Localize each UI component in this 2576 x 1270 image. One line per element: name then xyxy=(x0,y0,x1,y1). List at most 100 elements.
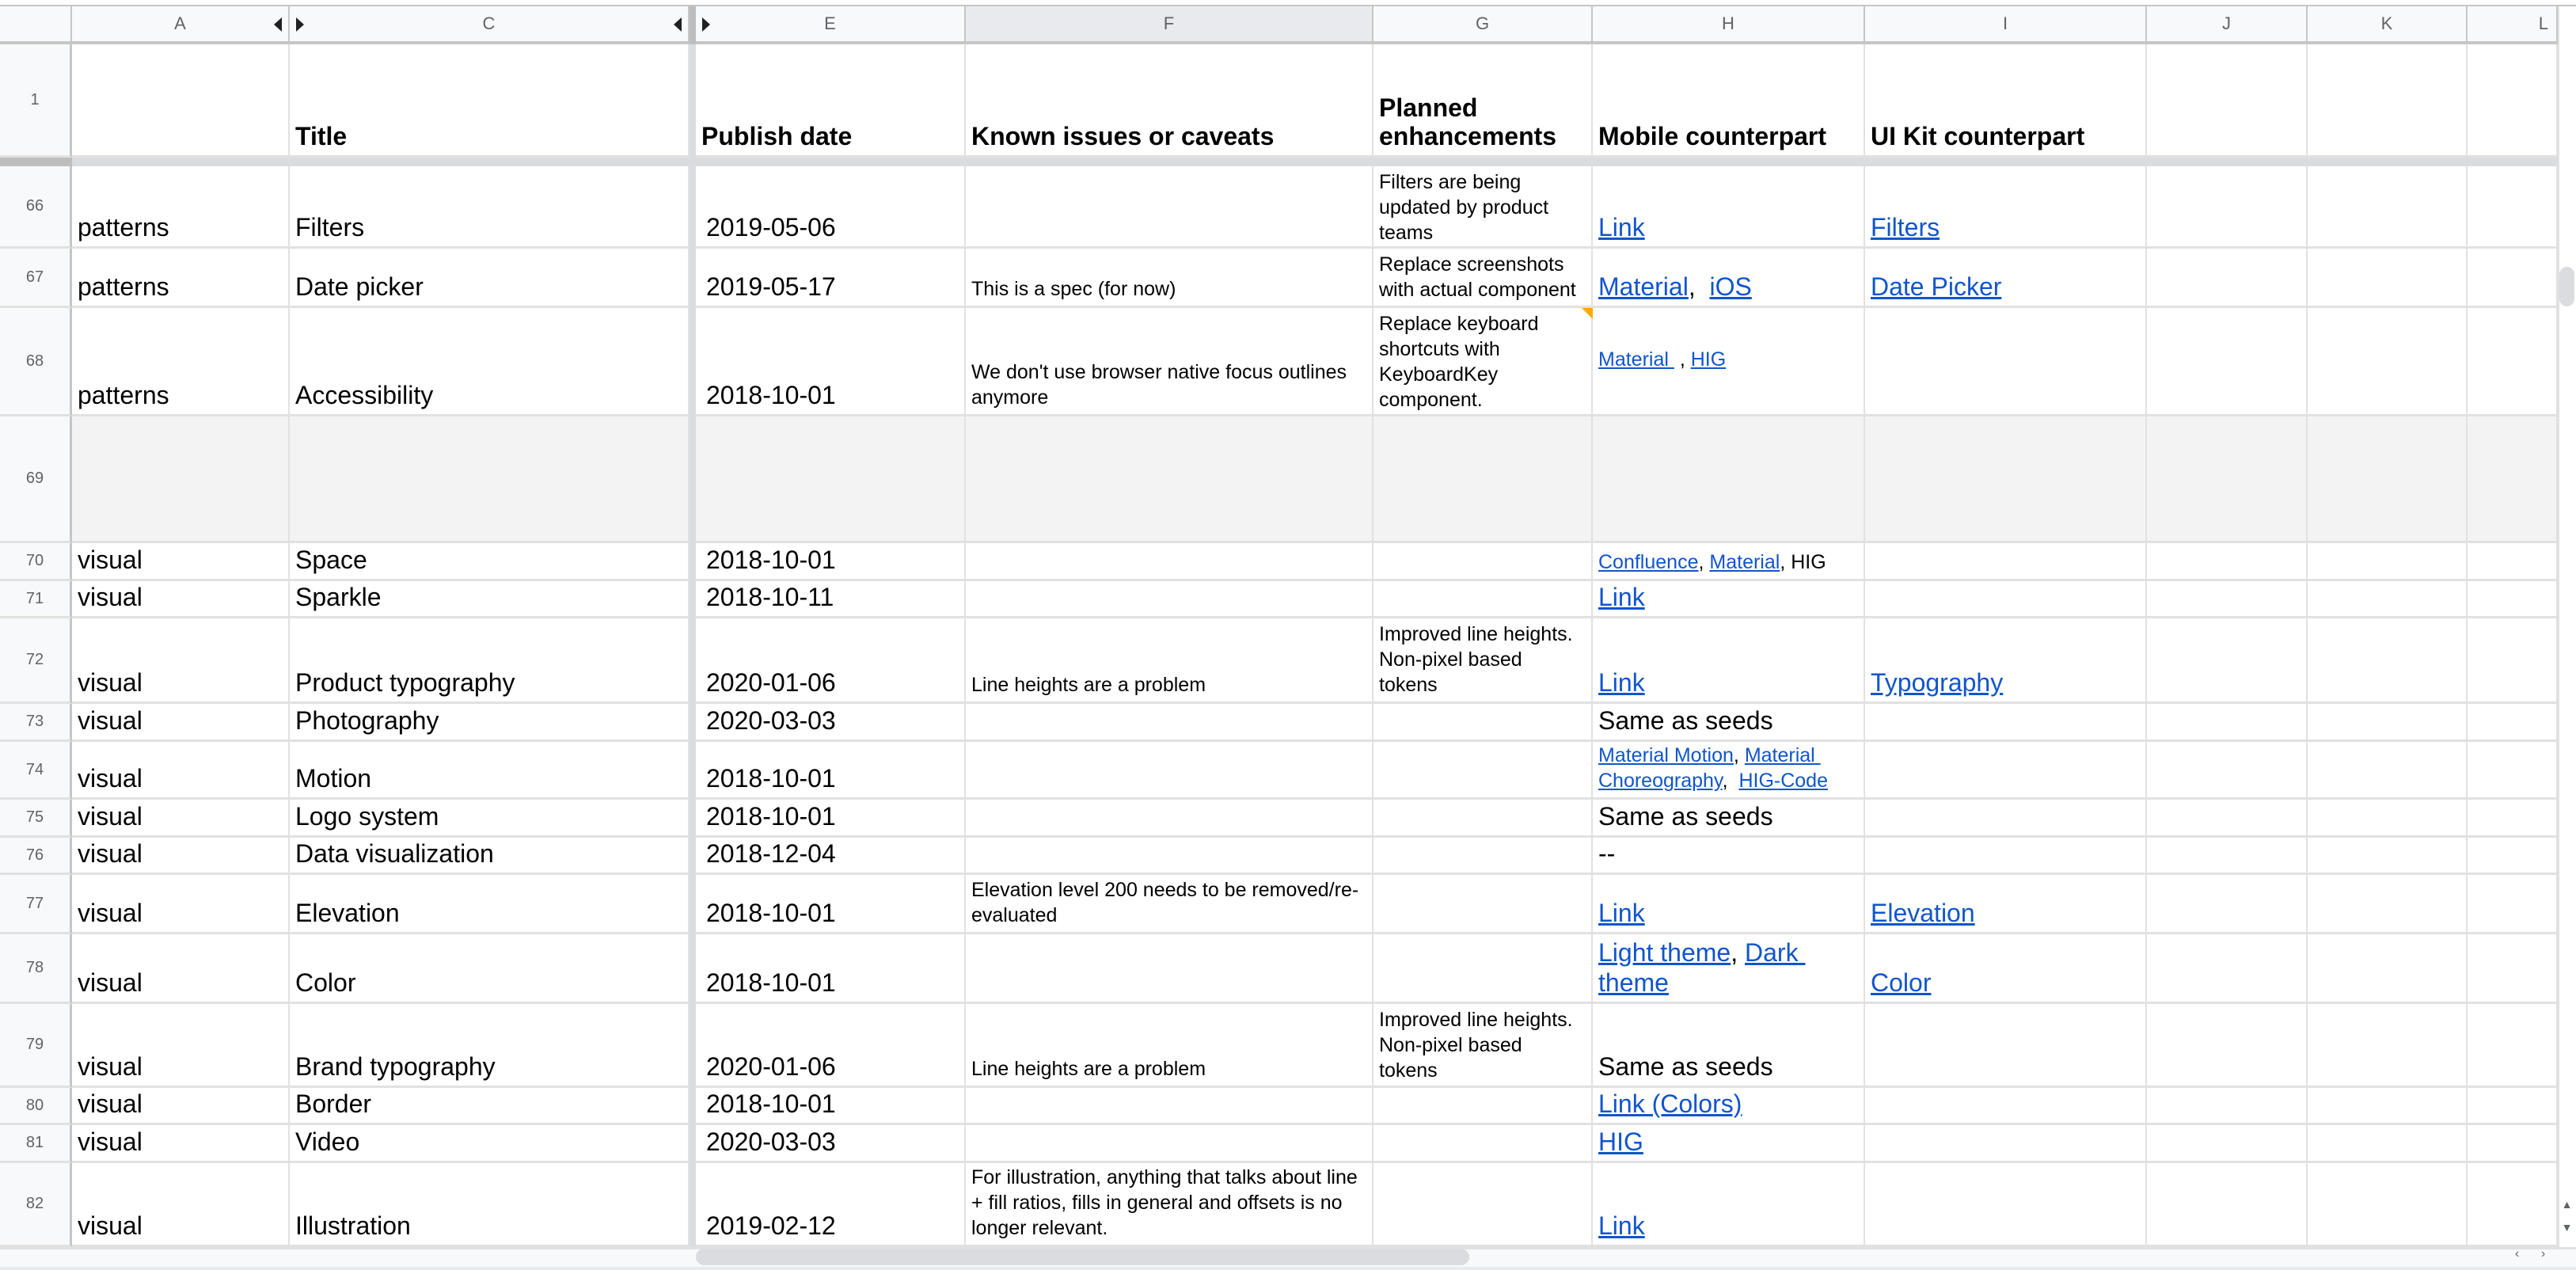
hyperlink[interactable]: HIG xyxy=(1598,1127,1643,1156)
cell-i[interactable] xyxy=(1865,742,2147,800)
cell-k[interactable] xyxy=(2308,543,2468,581)
hyperlink[interactable]: Link (Colors) xyxy=(1598,1089,1742,1118)
cell-g[interactable] xyxy=(1373,1163,1593,1247)
expand-hidden-column-icon[interactable] xyxy=(296,17,304,32)
cell-e[interactable]: 2018-12-04 xyxy=(696,838,966,875)
cell-k[interactable] xyxy=(2308,1125,2468,1163)
cell-k[interactable] xyxy=(2308,618,2468,704)
cell-f[interactable]: Line heights are a problem xyxy=(966,1004,1373,1088)
cell-e[interactable]: 2019-05-06 xyxy=(696,166,966,249)
cell-g[interactable] xyxy=(1373,934,1593,1004)
cell-c[interactable]: Sparkle xyxy=(290,581,690,618)
row-header-67[interactable]: 67 xyxy=(0,249,72,308)
cell-g[interactable]: Replace keyboard shortcuts with Keyboard… xyxy=(1373,308,1593,416)
cell-i[interactable] xyxy=(1865,308,2147,416)
row-header-77[interactable]: 77 xyxy=(0,875,72,934)
cell-a[interactable]: patterns xyxy=(72,249,290,308)
cell-l[interactable] xyxy=(2468,543,2558,581)
cell-l[interactable] xyxy=(2468,934,2558,1004)
cell-c[interactable]: Filters xyxy=(290,166,690,249)
cell-h[interactable]: Link xyxy=(1593,875,1865,934)
cell-j[interactable] xyxy=(2147,581,2308,618)
header-cell-l[interactable] xyxy=(2468,44,2558,158)
cell-g[interactable] xyxy=(1373,838,1593,875)
cell-j[interactable] xyxy=(2147,704,2308,742)
hyperlink[interactable]: Confluence xyxy=(1598,551,1698,573)
cell-l[interactable] xyxy=(2468,1125,2558,1163)
expand-hidden-column-icon[interactable] xyxy=(274,17,282,32)
cell-i[interactable] xyxy=(1865,1088,2147,1125)
frozen-row-divider-handle[interactable] xyxy=(0,158,72,166)
hyperlink[interactable]: HIG-Code xyxy=(1738,770,1828,792)
cell-l[interactable] xyxy=(2468,581,2558,618)
hyperlink[interactable]: Material xyxy=(1598,348,1674,371)
cell-e[interactable] xyxy=(696,416,966,543)
cell-c[interactable]: Date picker xyxy=(290,249,690,308)
hyperlink[interactable]: Link xyxy=(1598,1211,1645,1240)
cell-h[interactable] xyxy=(1593,416,1865,543)
cell-g[interactable]: Improved line heights. Non-pixel based t… xyxy=(1373,1004,1593,1088)
header-cell-k[interactable] xyxy=(2308,44,2468,158)
cell-a[interactable]: visual xyxy=(72,543,290,581)
scroll-up-arrow-icon[interactable]: ▲ xyxy=(2558,1198,2576,1218)
cell-h[interactable]: Same as seeds xyxy=(1593,800,1865,838)
cell-l[interactable] xyxy=(2468,416,2558,543)
cell-g[interactable] xyxy=(1373,1125,1593,1163)
cell-j[interactable] xyxy=(2147,543,2308,581)
cell-f[interactable]: For illustration, anything that talks ab… xyxy=(966,1163,1373,1247)
cell-c[interactable]: Product typography xyxy=(290,618,690,704)
cell-a[interactable]: visual xyxy=(72,1125,290,1163)
cell-a[interactable] xyxy=(72,416,290,543)
cell-f[interactable] xyxy=(966,1125,1373,1163)
cell-f[interactable]: Elevation level 200 needs to be removed/… xyxy=(966,875,1373,934)
cell-j[interactable] xyxy=(2147,934,2308,1004)
row-header-75[interactable]: 75 xyxy=(0,800,72,838)
cell-a[interactable]: visual xyxy=(72,704,290,742)
column-header-e[interactable]: E xyxy=(696,6,966,44)
cell-f[interactable] xyxy=(966,416,1373,543)
cell-c[interactable] xyxy=(290,416,690,543)
header-cell-a[interactable] xyxy=(72,44,290,158)
cell-k[interactable] xyxy=(2308,875,2468,934)
cell-j[interactable] xyxy=(2147,166,2308,249)
cell-i[interactable]: Typography xyxy=(1865,618,2147,704)
column-header-k[interactable]: K xyxy=(2308,6,2468,44)
scroll-left-arrow-icon[interactable]: ‹ xyxy=(2507,1247,2527,1267)
cell-g[interactable]: Improved line heights. Non-pixel based t… xyxy=(1373,618,1593,704)
cell-g[interactable] xyxy=(1373,581,1593,618)
cell-i[interactable]: Color xyxy=(1865,934,2147,1004)
row-header-81[interactable]: 81 xyxy=(0,1125,72,1163)
column-header-g[interactable]: G xyxy=(1373,6,1593,44)
cell-g[interactable] xyxy=(1373,875,1593,934)
cell-h[interactable]: Link xyxy=(1593,581,1865,618)
cell-e[interactable]: 2019-05-17 xyxy=(696,249,966,308)
cell-i[interactable]: Elevation xyxy=(1865,875,2147,934)
hyperlink[interactable]: Material xyxy=(1709,551,1780,573)
row-header-76[interactable]: 76 xyxy=(0,838,72,875)
column-header-a[interactable]: A xyxy=(72,6,290,44)
scroll-down-arrow-icon[interactable]: ▼ xyxy=(2558,1221,2576,1241)
column-header-l[interactable]: L xyxy=(2468,6,2558,44)
cell-l[interactable] xyxy=(2468,249,2558,308)
cell-f[interactable] xyxy=(966,581,1373,618)
cell-l[interactable] xyxy=(2468,800,2558,838)
header-cell-g[interactable]: Planned enhancements xyxy=(1373,44,1593,158)
cell-j[interactable] xyxy=(2147,416,2308,543)
cell-a[interactable]: visual xyxy=(72,838,290,875)
cell-g[interactable] xyxy=(1373,543,1593,581)
hyperlink[interactable]: Link xyxy=(1598,668,1645,697)
cell-i[interactable] xyxy=(1865,1163,2147,1247)
cell-a[interactable]: visual xyxy=(72,800,290,838)
cell-h[interactable]: Link xyxy=(1593,1163,1865,1247)
cell-c[interactable]: Illustration xyxy=(290,1163,690,1247)
cell-c[interactable]: Color xyxy=(290,934,690,1004)
cell-f[interactable]: We don't use browser native focus outlin… xyxy=(966,308,1373,416)
cell-g[interactable] xyxy=(1373,704,1593,742)
cell-e[interactable]: 2020-03-03 xyxy=(696,704,966,742)
cell-c[interactable]: Photography xyxy=(290,704,690,742)
hyperlink[interactable]: Material Motion xyxy=(1598,744,1734,766)
vertical-scrollbar-thumb[interactable] xyxy=(2559,267,2574,306)
cell-i[interactable] xyxy=(1865,1004,2147,1088)
cell-j[interactable] xyxy=(2147,308,2308,416)
row-header-1[interactable]: 1 xyxy=(0,44,72,158)
